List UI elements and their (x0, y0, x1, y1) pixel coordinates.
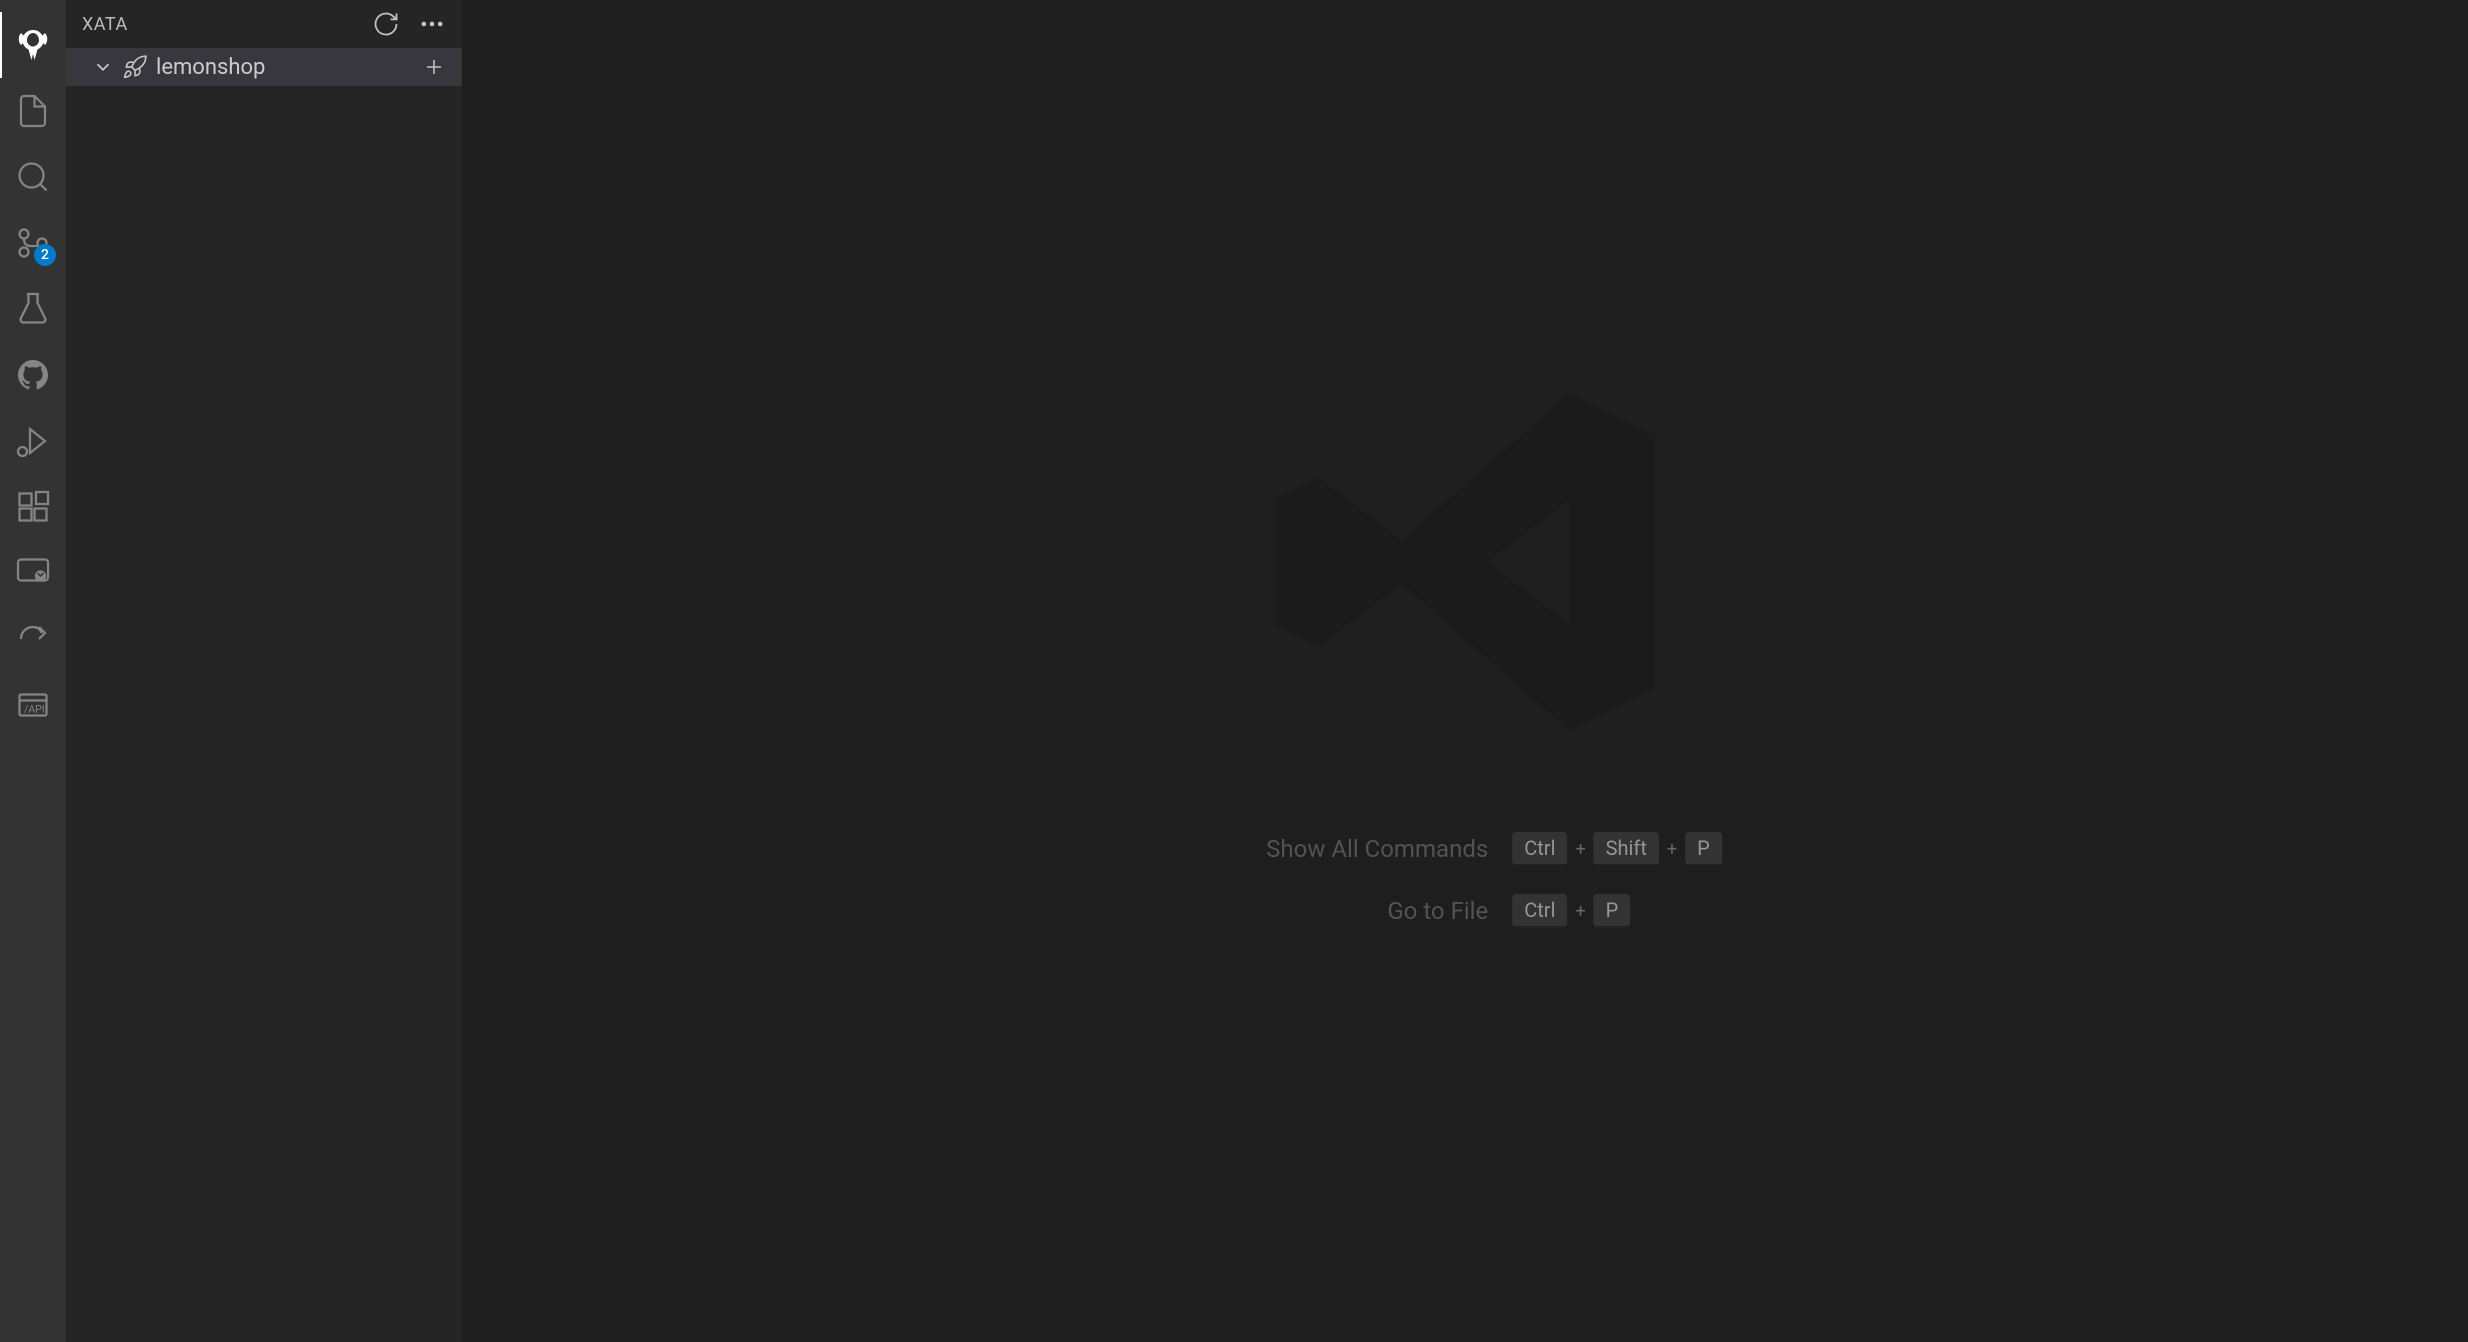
key-plus: + (1667, 839, 1677, 860)
source-control-activity-item[interactable]: 2 (0, 210, 66, 276)
shortcut-keys: Ctrl + P (1512, 894, 1630, 928)
key: P (1685, 832, 1722, 866)
extensions-activity-item[interactable] (0, 474, 66, 540)
beaker-icon (15, 291, 51, 327)
source-control-badge: 2 (34, 244, 56, 266)
files-icon (15, 93, 51, 129)
vscode-watermark (1255, 352, 1675, 776)
key-plus: + (1575, 839, 1585, 860)
tree-item-lemonshop[interactable]: lemonshop (66, 48, 462, 86)
run-debug-activity-item[interactable] (0, 408, 66, 474)
refresh-icon[interactable] (372, 10, 400, 38)
github-icon (15, 357, 51, 393)
api-icon: /API (15, 687, 51, 723)
share-icon (15, 621, 51, 657)
key: P (1594, 894, 1631, 928)
sidebar-panel: XATA lemonshop (66, 0, 462, 1342)
key: Ctrl (1512, 894, 1567, 928)
remote-activity-item[interactable] (0, 540, 66, 606)
shortcut-row: Show All Commands Ctrl + Shift + P (1208, 832, 1722, 866)
butterfly-icon (15, 27, 51, 63)
debug-icon (15, 423, 51, 459)
key: Ctrl (1512, 832, 1567, 866)
search-activity-item[interactable] (0, 144, 66, 210)
shortcut-label: Show All Commands (1208, 835, 1488, 863)
github-activity-item[interactable] (0, 342, 66, 408)
shortcut-label: Go to File (1208, 897, 1488, 925)
api-activity-item[interactable]: /API (0, 672, 66, 738)
remote-icon (15, 555, 51, 591)
svg-text:/API: /API (24, 703, 45, 716)
extensions-icon (15, 489, 51, 525)
sidebar-actions (372, 10, 446, 38)
shortcut-keys: Ctrl + Shift + P (1512, 832, 1722, 866)
key: Shift (1594, 832, 1659, 866)
editor-area: Show All Commands Ctrl + Shift + P Go to… (462, 0, 2468, 1342)
more-icon[interactable] (418, 10, 446, 38)
xata-activity-item[interactable] (0, 12, 66, 78)
shortcut-row: Go to File Ctrl + P (1208, 894, 1722, 928)
testing-activity-item[interactable] (0, 276, 66, 342)
shortcuts-list: Show All Commands Ctrl + Shift + P Go to… (1208, 832, 1722, 928)
share-activity-item[interactable] (0, 606, 66, 672)
chevron-down-icon (92, 56, 114, 78)
search-icon (15, 159, 51, 195)
tree-item-label: lemonshop (156, 55, 414, 80)
plus-icon[interactable] (422, 55, 446, 79)
activity-bar: 2 (0, 0, 66, 1342)
sidebar-title: XATA (82, 14, 128, 35)
explorer-activity-item[interactable] (0, 78, 66, 144)
rocket-icon (122, 54, 148, 80)
sidebar-header: XATA (66, 0, 462, 48)
key-plus: + (1575, 901, 1585, 922)
